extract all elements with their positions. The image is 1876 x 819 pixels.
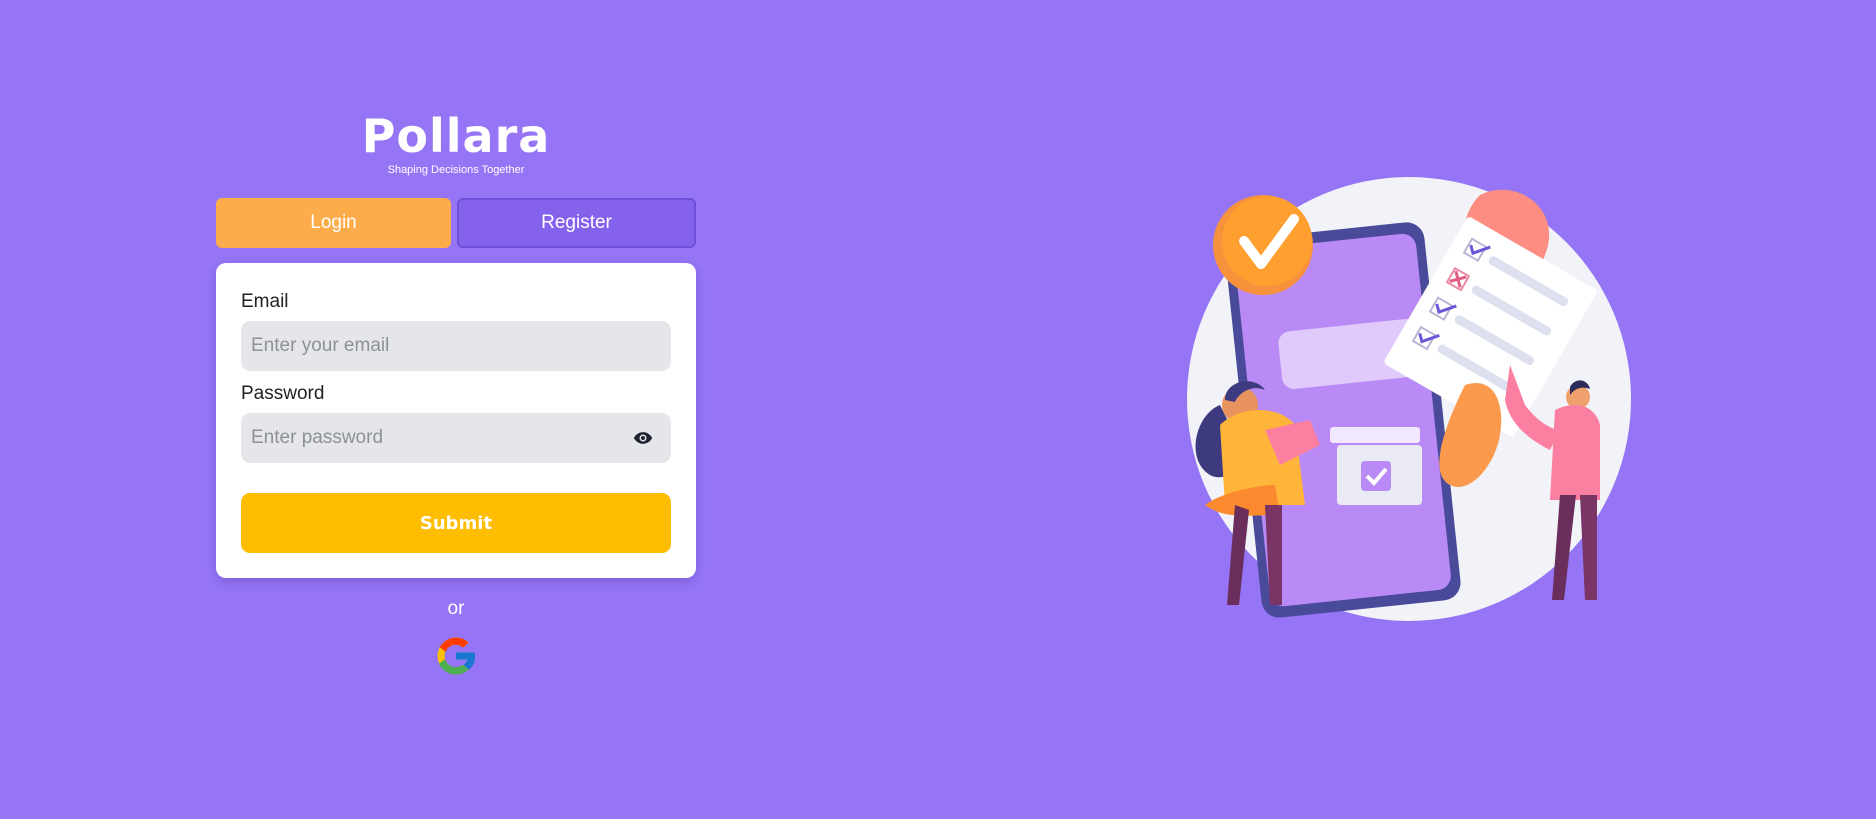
tab-register[interactable]: Register <box>457 198 696 248</box>
login-panel: Pollara Shaping Decisions Together Login… <box>216 110 696 680</box>
or-divider: or <box>447 598 465 619</box>
google-icon[interactable] <box>432 632 480 680</box>
voting-illustration <box>1187 177 1631 621</box>
brand-logo: Pollara <box>361 109 551 163</box>
email-field[interactable] <box>241 321 671 371</box>
brand-tagline: Shaping Decisions Together <box>387 164 525 176</box>
eye-icon[interactable] <box>633 429 653 447</box>
login-form: Email Password Submit <box>216 263 696 578</box>
password-field[interactable] <box>241 413 671 463</box>
submit-button[interactable]: Submit <box>241 493 671 553</box>
check-badge-icon <box>1213 195 1313 295</box>
tab-login[interactable]: Login <box>216 198 451 248</box>
email-field-wrapper <box>241 321 671 371</box>
email-label: Email <box>241 291 289 312</box>
password-label: Password <box>241 383 325 404</box>
auth-tabs: Login Register <box>216 198 696 248</box>
password-field-wrapper <box>241 413 671 463</box>
